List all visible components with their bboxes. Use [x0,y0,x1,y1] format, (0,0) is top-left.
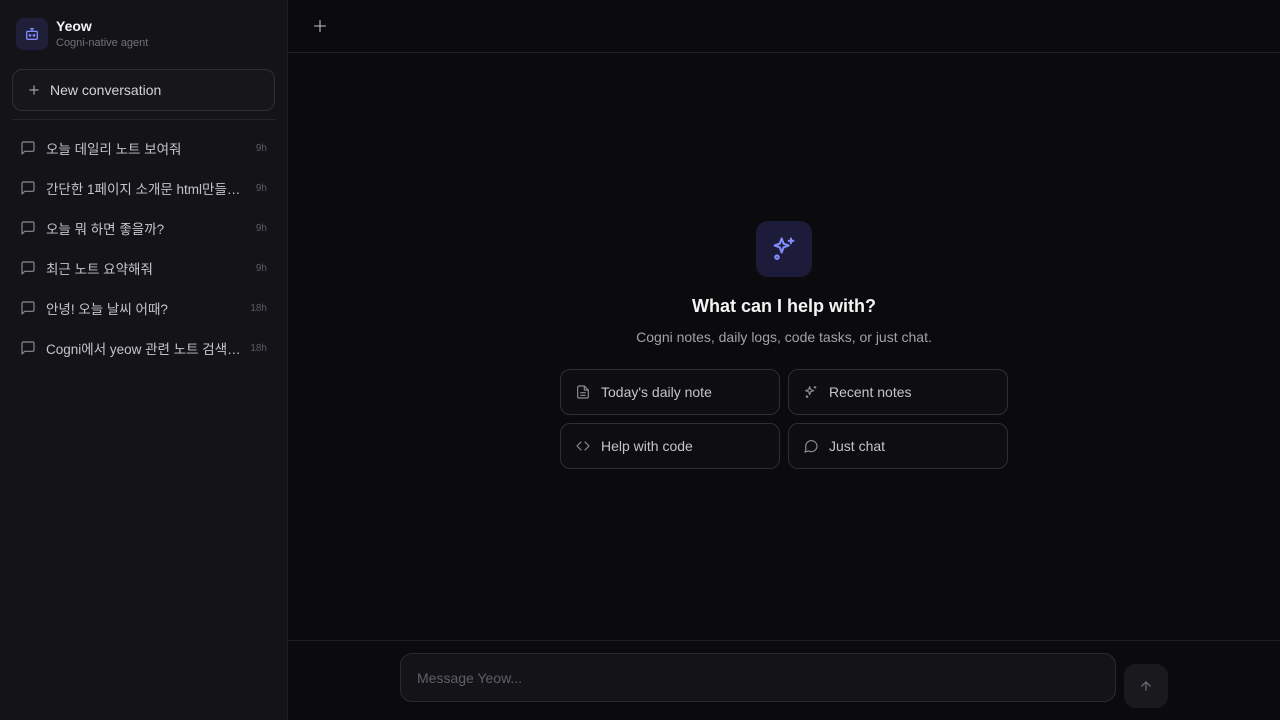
suggestion-label: Recent notes [829,384,912,400]
conversation-time: 18h [250,342,267,354]
conversation-time: 9h [255,222,267,234]
conversation-item[interactable]: 오늘 데일리 노트 보여줘 9h [0,128,287,168]
suggestion-grid: Today's daily note Recent notes Help wit… [560,369,1008,469]
new-conversation-button[interactable]: New conversation [12,69,275,111]
suggestion-recent-notes-button[interactable]: Recent notes [788,369,1008,415]
suggestion-just-chat-button[interactable]: Just chat [788,423,1008,469]
brand-name: Yeow [56,18,92,34]
brand-text: Yeow Cogni-native agent [56,17,148,51]
message-square-icon [20,220,36,236]
plus-icon [27,83,41,97]
conversation-time: 9h [255,182,267,194]
message-square-icon [20,140,36,156]
conversation-item[interactable]: 간단한 1페이지 소개문 html만들어줘 9h [0,168,287,208]
conversation-item[interactable]: Cogni에서 yeow 관련 노트 검색해줘 18h [0,328,287,368]
sparkles-icon [756,221,812,277]
message-square-icon [20,340,36,356]
new-chat-plus-icon[interactable] [312,18,328,34]
top-bar [288,0,1280,53]
conversation-item[interactable]: 최근 노트 요약해줘 9h [0,248,287,288]
conversation-title: 최근 노트 요약해줘 [46,262,153,277]
suggestion-label: Today's daily note [601,384,712,400]
message-square-icon [20,180,36,196]
conversation-title: 안녕! 오늘 날씨 어때? [46,302,168,317]
sparkles-icon [803,384,819,400]
conversation-item[interactable]: 안녕! 오늘 날씨 어때? 18h [0,288,287,328]
file-text-icon [575,384,591,400]
sidebar-divider [12,119,275,120]
message-square-icon [20,300,36,316]
welcome-area: What can I help with? Cogni notes, daily… [288,53,1280,640]
arrow-up-icon [1139,679,1153,693]
welcome-subtitle: Cogni notes, daily logs, code tasks, or … [636,329,932,345]
welcome-title: What can I help with? [692,296,876,316]
conversation-title: 오늘 데일리 노트 보여줘 [46,142,182,157]
code-icon [575,438,591,454]
brand: Yeow Cogni-native agent [0,0,287,52]
send-button[interactable] [1124,664,1168,708]
app-root: Yeow Cogni-native agent New conversation… [0,0,1280,720]
suggestion-label: Just chat [829,438,886,454]
conversation-time: 18h [250,302,267,314]
conversation-title: 간단한 1페이지 소개문 html만들어줘 [46,182,242,197]
new-conversation-label: New conversation [50,82,162,98]
conversation-title: Cogni에서 yeow 관련 노트 검색해줘 [46,342,242,357]
conversation-item[interactable]: 오늘 뭐 하면 좋을까? 9h [0,208,287,248]
suggestion-help-code-button[interactable]: Help with code [560,423,780,469]
conversation-list: 오늘 데일리 노트 보여줘 9h 간단한 1페이지 소개문 html만들어줘 9… [0,128,287,368]
robot-icon [16,18,48,50]
composer [288,640,1280,720]
conversation-time: 9h [255,262,267,274]
message-circle-icon [803,438,819,454]
main-panel: What can I help with? Cogni notes, daily… [288,0,1280,720]
brand-subtitle: Cogni-native agent [56,37,149,49]
suggestion-label: Help with code [601,438,693,454]
message-input[interactable] [400,653,1116,702]
conversation-time: 9h [255,142,267,154]
sidebar: Yeow Cogni-native agent New conversation… [0,0,288,720]
conversation-title: 오늘 뭐 하면 좋을까? [46,222,165,237]
suggestion-daily-note-button[interactable]: Today's daily note [560,369,780,415]
message-square-icon [20,260,36,276]
